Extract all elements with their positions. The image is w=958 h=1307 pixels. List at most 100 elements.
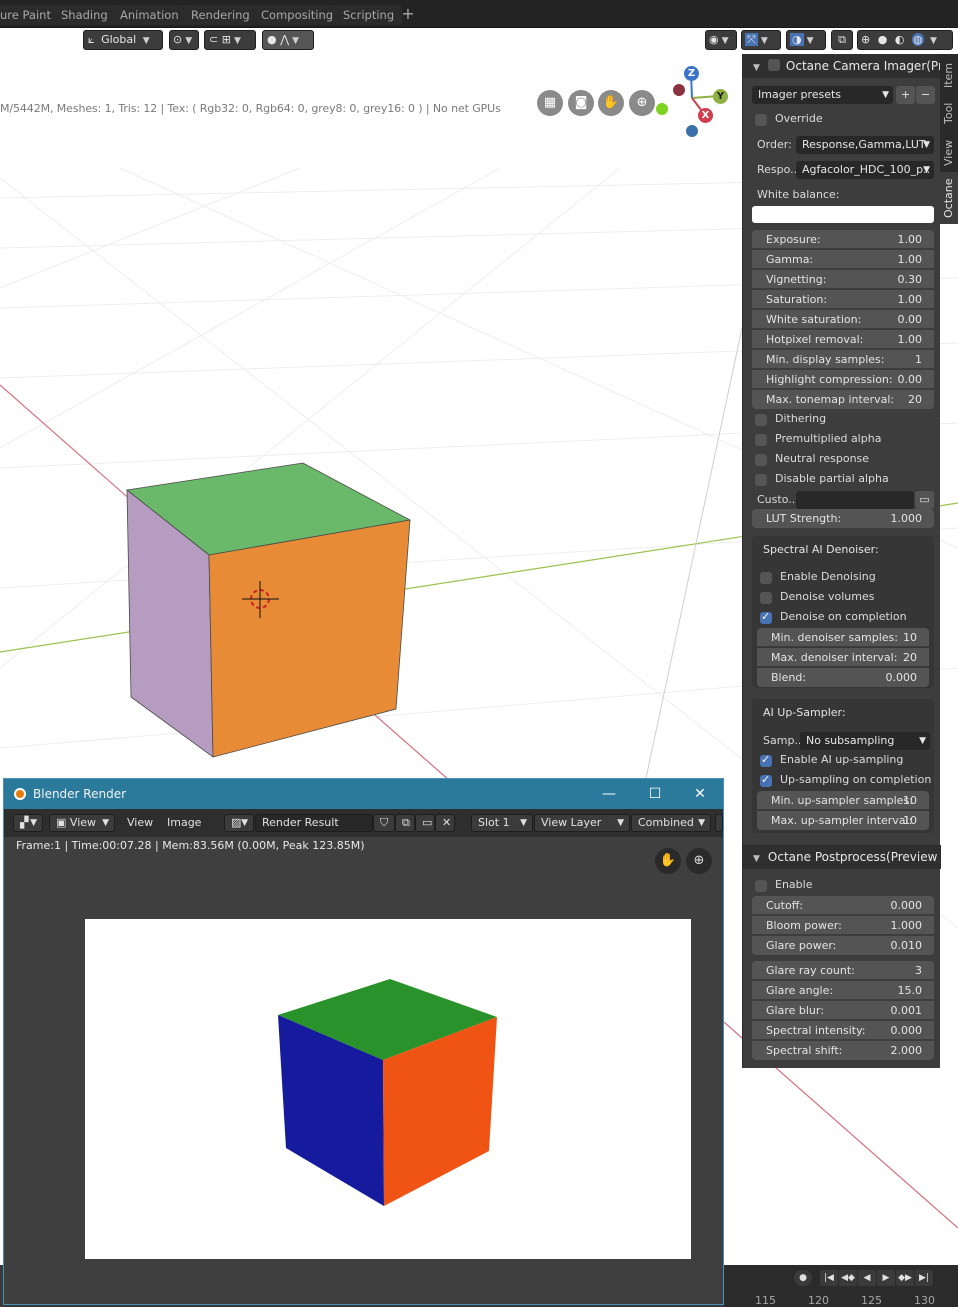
folder-icon[interactable]: ▭ xyxy=(415,814,435,832)
visibility-dropdown[interactable]: ◉ ▼ xyxy=(705,30,737,50)
play-icon[interactable]: ▶ xyxy=(877,1270,895,1286)
glare-angle-field[interactable]: Glare angle: 15.0 xyxy=(752,981,934,1000)
solid-shading-icon[interactable]: ● xyxy=(878,33,888,46)
tab-octane[interactable]: Octane xyxy=(940,172,958,224)
maximize-button[interactable]: ☐ xyxy=(632,779,678,809)
max-denoiser-interval-field[interactable]: Max. denoiser interval: 20 xyxy=(757,648,929,667)
premultiplied-alpha-checkbox[interactable] xyxy=(755,434,767,446)
render-window-titlebar[interactable]: Blender Render — ☐ ✕ xyxy=(4,779,723,809)
glare-blur-field[interactable]: Glare blur: 0.001 xyxy=(752,1001,934,1020)
pivot-point-dropdown[interactable]: ⊙ ▼ xyxy=(169,30,199,50)
menu-image[interactable]: Image xyxy=(167,814,201,832)
postprocess-panel-header[interactable]: ▼ Octane Postprocess(Preview Mo xyxy=(743,845,941,869)
camera-imager-panel-header[interactable]: ▼ Octane Camera Imager(Prev xyxy=(743,54,941,78)
custom-lut-path-input[interactable] xyxy=(796,491,914,509)
render-result-image[interactable] xyxy=(85,919,691,1259)
render-pass-dropdown[interactable]: Combined ▼ xyxy=(631,814,711,832)
zoom-icon[interactable]: ⊕ xyxy=(629,90,655,116)
cutoff-field[interactable]: Cutoff: 0.000 xyxy=(752,896,934,915)
material-shading-icon[interactable]: ◐ xyxy=(895,33,905,46)
gamma-field[interactable]: Gamma: 1.00 xyxy=(752,250,934,269)
slot-dropdown[interactable]: Slot 1 ▼ xyxy=(471,814,533,832)
postprocess-enable-checkbox[interactable] xyxy=(755,880,767,892)
gizmo-toggle[interactable]: ⤧ ▼ xyxy=(741,30,781,50)
rendered-shading-icon[interactable]: ◍ xyxy=(911,33,924,46)
vignetting-field[interactable]: Vignetting: 0.30 xyxy=(752,270,934,289)
snap-dropdown[interactable]: ⊂ ⊞ ▼ xyxy=(204,30,256,50)
close-button[interactable]: ✕ xyxy=(677,779,723,809)
subsampling-dropdown[interactable]: No subsampling ▼ xyxy=(800,732,930,750)
highlight-compression-field[interactable]: Highlight compression: 0.00 xyxy=(752,370,934,389)
next-keyframe-icon[interactable]: ◆▶ xyxy=(896,1270,914,1286)
min-display-samples-field[interactable]: Min. display samples: 1 xyxy=(752,350,934,369)
shading-mode-selector[interactable]: ⊕ ● ◐ ◍ ▼ xyxy=(857,30,953,50)
max-upsampler-interval-field[interactable]: Max. up-sampler interval: 10 xyxy=(757,811,929,830)
tab-scripting[interactable]: Scripting xyxy=(335,5,403,25)
gizmo-neg-y-icon[interactable] xyxy=(656,103,668,115)
xray-toggle[interactable]: ⧉ xyxy=(831,30,853,50)
duplicate-icon[interactable]: ⧉ xyxy=(395,814,415,832)
gizmo-x-icon[interactable]: X xyxy=(698,108,713,123)
gizmo-z-icon[interactable]: Z xyxy=(684,66,699,81)
preset-add-button[interactable]: + xyxy=(896,86,915,104)
tab-animation[interactable]: Animation xyxy=(112,5,187,25)
browse-image-dropdown[interactable]: ▨ ▼ xyxy=(224,814,254,832)
jump-to-end-icon[interactable]: ▶| xyxy=(915,1270,933,1286)
tab-view[interactable]: View xyxy=(940,132,958,172)
sidebar-toggle-icon[interactable] xyxy=(715,814,723,832)
tab-shading[interactable]: Shading xyxy=(53,5,116,25)
panel-enable-checkbox[interactable] xyxy=(767,59,780,71)
hotpixel-removal-field[interactable]: Hotpixel removal: 1.00 xyxy=(752,330,934,349)
tab-compositing[interactable]: Compositing xyxy=(253,5,342,25)
glare-ray-count-field[interactable]: Glare ray count: 3 xyxy=(752,961,934,980)
proportional-edit-dropdown[interactable]: ● ⋀ ▼ xyxy=(262,30,314,50)
tab-tool[interactable]: Tool xyxy=(940,94,958,132)
pan-hand-icon[interactable]: ✋ xyxy=(598,90,624,116)
imager-presets-dropdown[interactable]: Imager presets ▼ xyxy=(752,86,893,104)
response-dropdown[interactable]: Agfacolor_HDC_100_p.. ▼ xyxy=(796,161,934,179)
upsampling-on-completion-checkbox[interactable] xyxy=(760,773,772,787)
white-balance-color-swatch[interactable] xyxy=(752,206,934,223)
glare-power-field[interactable]: Glare power: 0.010 xyxy=(752,936,934,955)
overlays-toggle[interactable]: ◑ ▼ xyxy=(786,30,826,50)
exposure-field[interactable]: Exposure: 1.00 xyxy=(752,230,934,249)
image-name-field[interactable]: Render Result xyxy=(255,814,373,832)
pan-hand-icon[interactable]: ✋ xyxy=(655,848,681,874)
camera-icon[interactable]: ◙ xyxy=(568,90,594,116)
wireframe-shading-icon[interactable]: ⊕ xyxy=(861,33,870,46)
order-dropdown[interactable]: Response,Gamma,LUT ▼ xyxy=(796,136,934,154)
play-reverse-icon[interactable]: ◀ xyxy=(858,1270,876,1286)
tab-item[interactable]: Item xyxy=(940,54,958,94)
gizmo-y-icon[interactable]: Y xyxy=(713,89,728,104)
denoise-volumes-checkbox[interactable] xyxy=(760,592,772,604)
spectral-intensity-field[interactable]: Spectral intensity: 0.000 xyxy=(752,1021,934,1040)
unlink-close-icon[interactable]: ✕ xyxy=(435,814,455,832)
jump-to-start-icon[interactable]: |◀ xyxy=(820,1270,838,1286)
editor-type-dropdown[interactable]: ▞ ▼ xyxy=(13,814,43,832)
enable-denoising-checkbox[interactable] xyxy=(760,572,772,584)
tab-rendering[interactable]: Rendering xyxy=(183,5,258,25)
previous-keyframe-icon[interactable]: ◀◆ xyxy=(839,1270,857,1286)
zoom-icon[interactable]: ⊕ xyxy=(686,848,712,874)
record-icon[interactable]: ● xyxy=(794,1270,812,1286)
blend-field[interactable]: Blend: 0.000 xyxy=(757,668,929,687)
white-saturation-field[interactable]: White saturation: 0.00 xyxy=(752,310,934,329)
neutral-response-checkbox[interactable] xyxy=(755,454,767,466)
tab-texture-paint[interactable]: ure Paint xyxy=(0,5,59,25)
disable-partial-alpha-checkbox[interactable] xyxy=(755,474,767,486)
gizmo-neg-z-icon[interactable] xyxy=(686,125,698,137)
enable-ai-upsampling-checkbox[interactable] xyxy=(760,753,772,767)
gizmo-neg-x-icon[interactable] xyxy=(673,84,685,96)
spectral-shift-field[interactable]: Spectral shift: 2.000 xyxy=(752,1041,934,1060)
navigation-gizmo[interactable] xyxy=(656,72,720,137)
preset-remove-button[interactable]: − xyxy=(916,86,935,104)
max-tonemap-interval-field[interactable]: Max. tonemap interval: 20 xyxy=(752,390,934,409)
lut-strength-field[interactable]: LUT Strength: 1.000 xyxy=(752,509,934,528)
add-workspace-button[interactable]: + xyxy=(398,4,418,24)
view-mode-dropdown[interactable]: ▣ View ▼ xyxy=(49,814,115,832)
bloom-power-field[interactable]: Bloom power: 1.000 xyxy=(752,916,934,935)
minimize-button[interactable]: — xyxy=(586,779,632,809)
min-upsampler-samples-field[interactable]: Min. up-sampler samples: 10 xyxy=(757,791,929,810)
dithering-checkbox[interactable] xyxy=(755,414,767,426)
denoise-on-completion-checkbox[interactable] xyxy=(760,610,772,624)
